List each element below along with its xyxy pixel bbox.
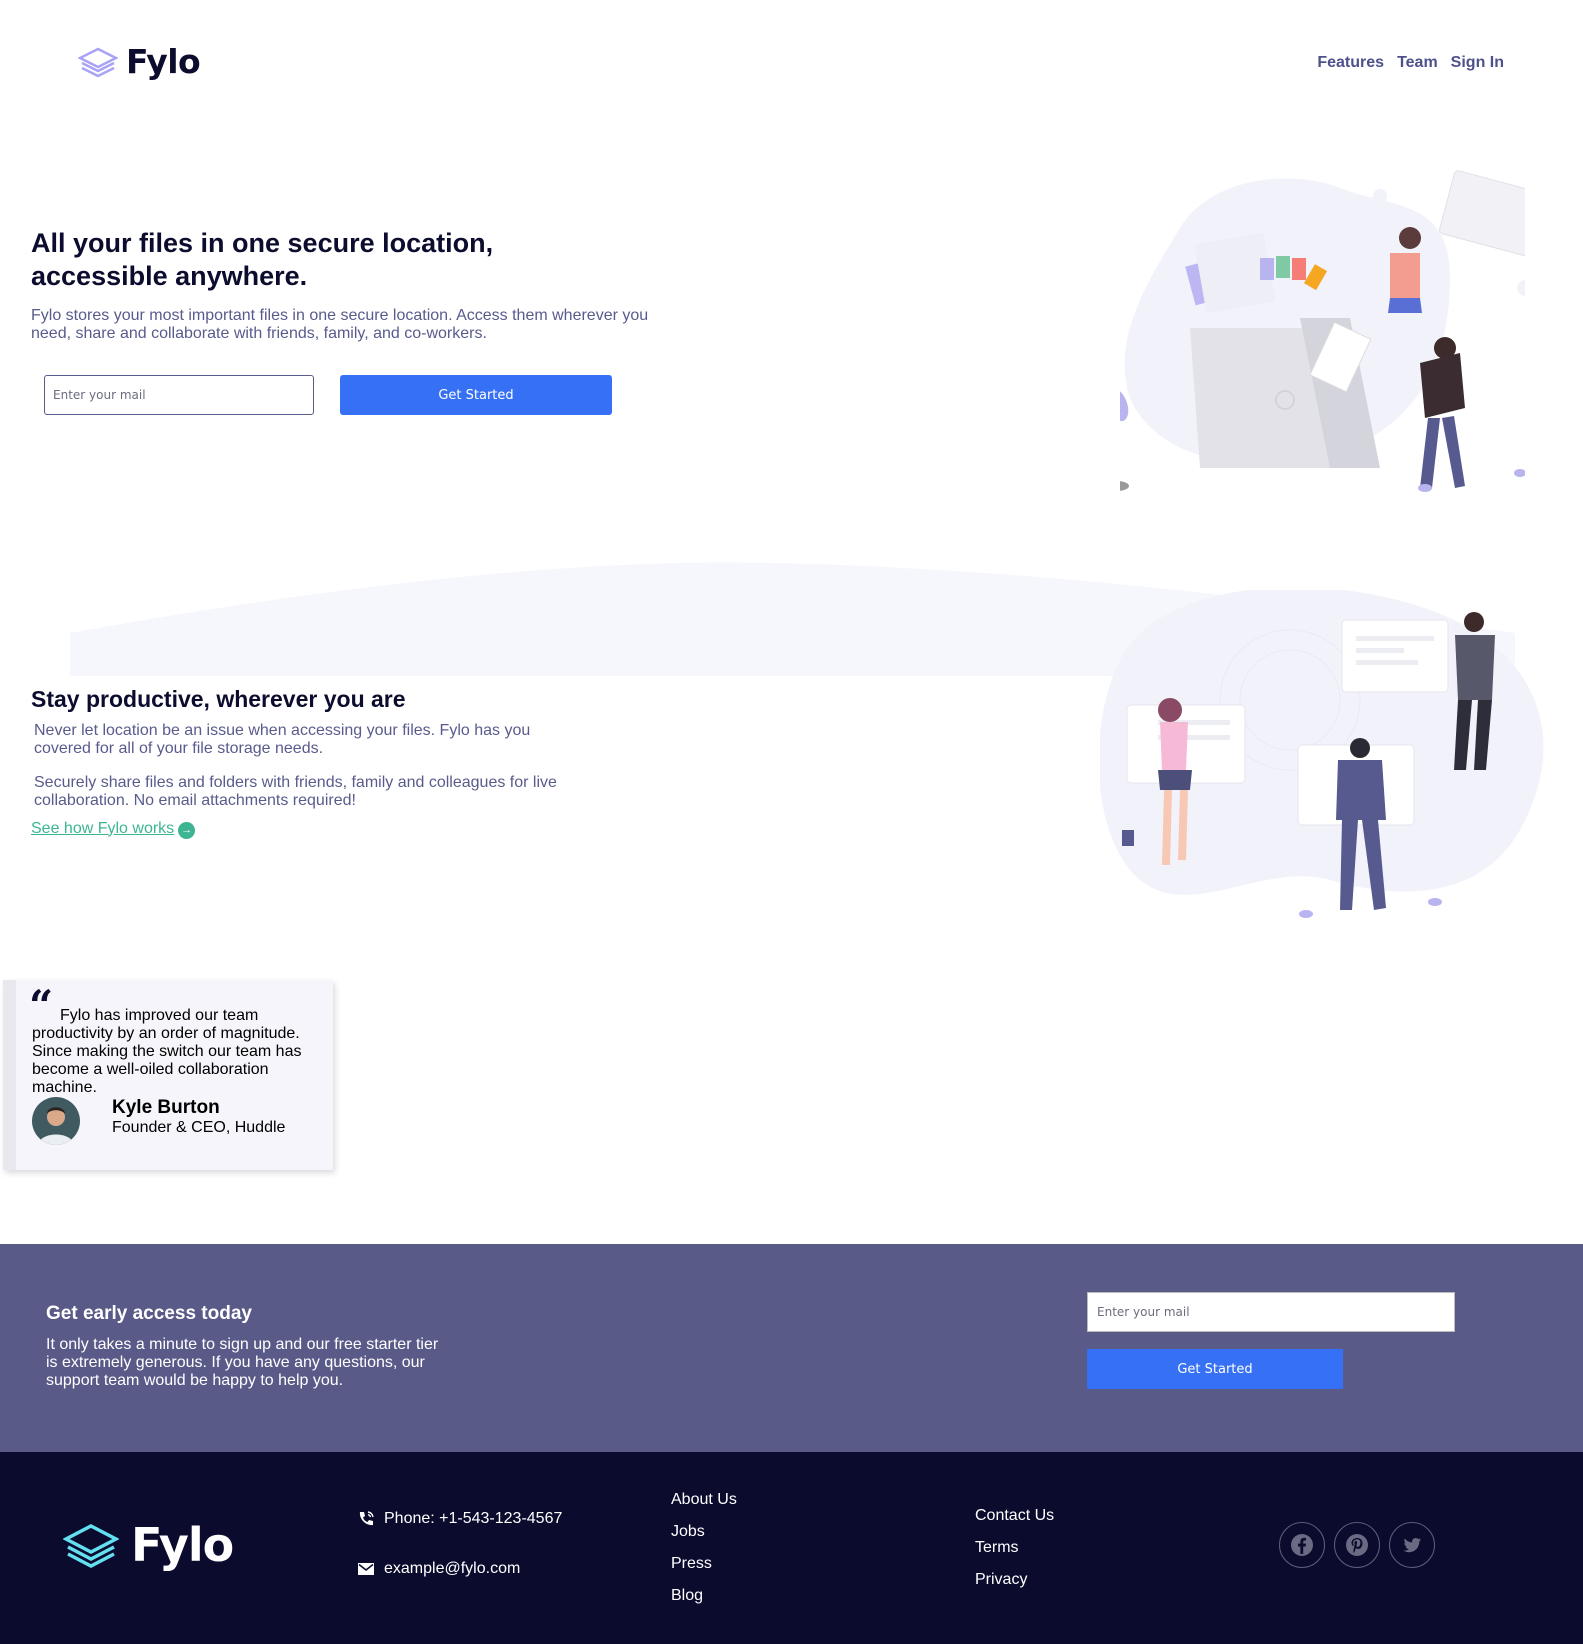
early-access-get-started-button[interactable]: Get Started bbox=[1087, 1349, 1343, 1389]
logo[interactable]: Fylo bbox=[78, 42, 201, 81]
facebook-icon[interactable] bbox=[1279, 1522, 1325, 1568]
nav-team[interactable]: Team bbox=[1397, 54, 1438, 72]
see-how-link-row: See how Fylo works → bbox=[31, 818, 196, 839]
layers-icon bbox=[63, 1524, 119, 1568]
testimonial-name: Kyle Burton bbox=[112, 1097, 220, 1118]
footer-phone: Phone: +1-543-123-4567 bbox=[357, 1510, 562, 1528]
footer-link-jobs[interactable]: Jobs bbox=[671, 1516, 737, 1548]
social-links bbox=[1279, 1522, 1435, 1568]
footer-logo-text: Fylo bbox=[131, 1518, 234, 1572]
layers-icon bbox=[78, 47, 118, 77]
footer-link-privacy[interactable]: Privacy bbox=[975, 1564, 1054, 1596]
testimonial-quote: Fylo has improved our team productivity … bbox=[32, 1007, 302, 1096]
phone-icon bbox=[359, 1511, 374, 1526]
footer-link-about-us[interactable]: About Us bbox=[671, 1484, 737, 1516]
nav-sign-in[interactable]: Sign In bbox=[1451, 54, 1504, 72]
footer-email-text: example@fylo.com bbox=[384, 1560, 521, 1577]
see-how-fylo-works-link[interactable]: See how Fylo works bbox=[31, 820, 174, 838]
hero-get-started-button[interactable]: Get Started bbox=[340, 375, 612, 415]
hero-title: All your files in one secure location, a… bbox=[31, 228, 494, 291]
productive-title: Stay productive, wherever you are bbox=[31, 686, 406, 712]
footer-links-col-1: About Us Jobs Press Blog bbox=[671, 1484, 737, 1612]
collaboration-illustration bbox=[1100, 590, 1544, 918]
footer-link-press[interactable]: Press bbox=[671, 1548, 737, 1580]
arrow-right-icon[interactable]: → bbox=[178, 822, 196, 839]
avatar bbox=[32, 1097, 80, 1145]
hero-subtitle: Fylo stores your most important files in… bbox=[31, 307, 649, 342]
footer-logo[interactable]: Fylo bbox=[63, 1518, 234, 1572]
footer-link-terms[interactable]: Terms bbox=[975, 1532, 1054, 1564]
early-access-email-input[interactable] bbox=[1087, 1292, 1455, 1332]
footer-link-contact-us[interactable]: Contact Us bbox=[975, 1500, 1054, 1532]
hero-illustration bbox=[1120, 170, 1525, 492]
productive-paragraph-1: Never let location be an issue when acce… bbox=[34, 722, 531, 757]
testimonial-role: Founder & CEO, Huddle bbox=[112, 1119, 286, 1136]
footer-links-col-2: Contact Us Terms Privacy bbox=[975, 1500, 1054, 1596]
early-access-title: Get early access today bbox=[46, 1303, 252, 1324]
main-nav: Features Team Sign In bbox=[1317, 54, 1504, 72]
early-access-text: It only takes a minute to sign up and ou… bbox=[46, 1336, 439, 1389]
logo-text: Fylo bbox=[126, 42, 201, 81]
pinterest-icon[interactable] bbox=[1334, 1522, 1380, 1568]
footer-email: example@fylo.com bbox=[357, 1560, 520, 1578]
nav-features[interactable]: Features bbox=[1317, 54, 1384, 72]
footer-phone-text: Phone: +1-543-123-4567 bbox=[384, 1510, 563, 1527]
mail-icon bbox=[358, 1563, 374, 1575]
hero-email-input[interactable] bbox=[44, 375, 314, 415]
productive-paragraph-2: Securely share files and folders with fr… bbox=[34, 774, 557, 809]
twitter-icon[interactable] bbox=[1389, 1522, 1435, 1568]
footer-link-blog[interactable]: Blog bbox=[671, 1580, 737, 1612]
